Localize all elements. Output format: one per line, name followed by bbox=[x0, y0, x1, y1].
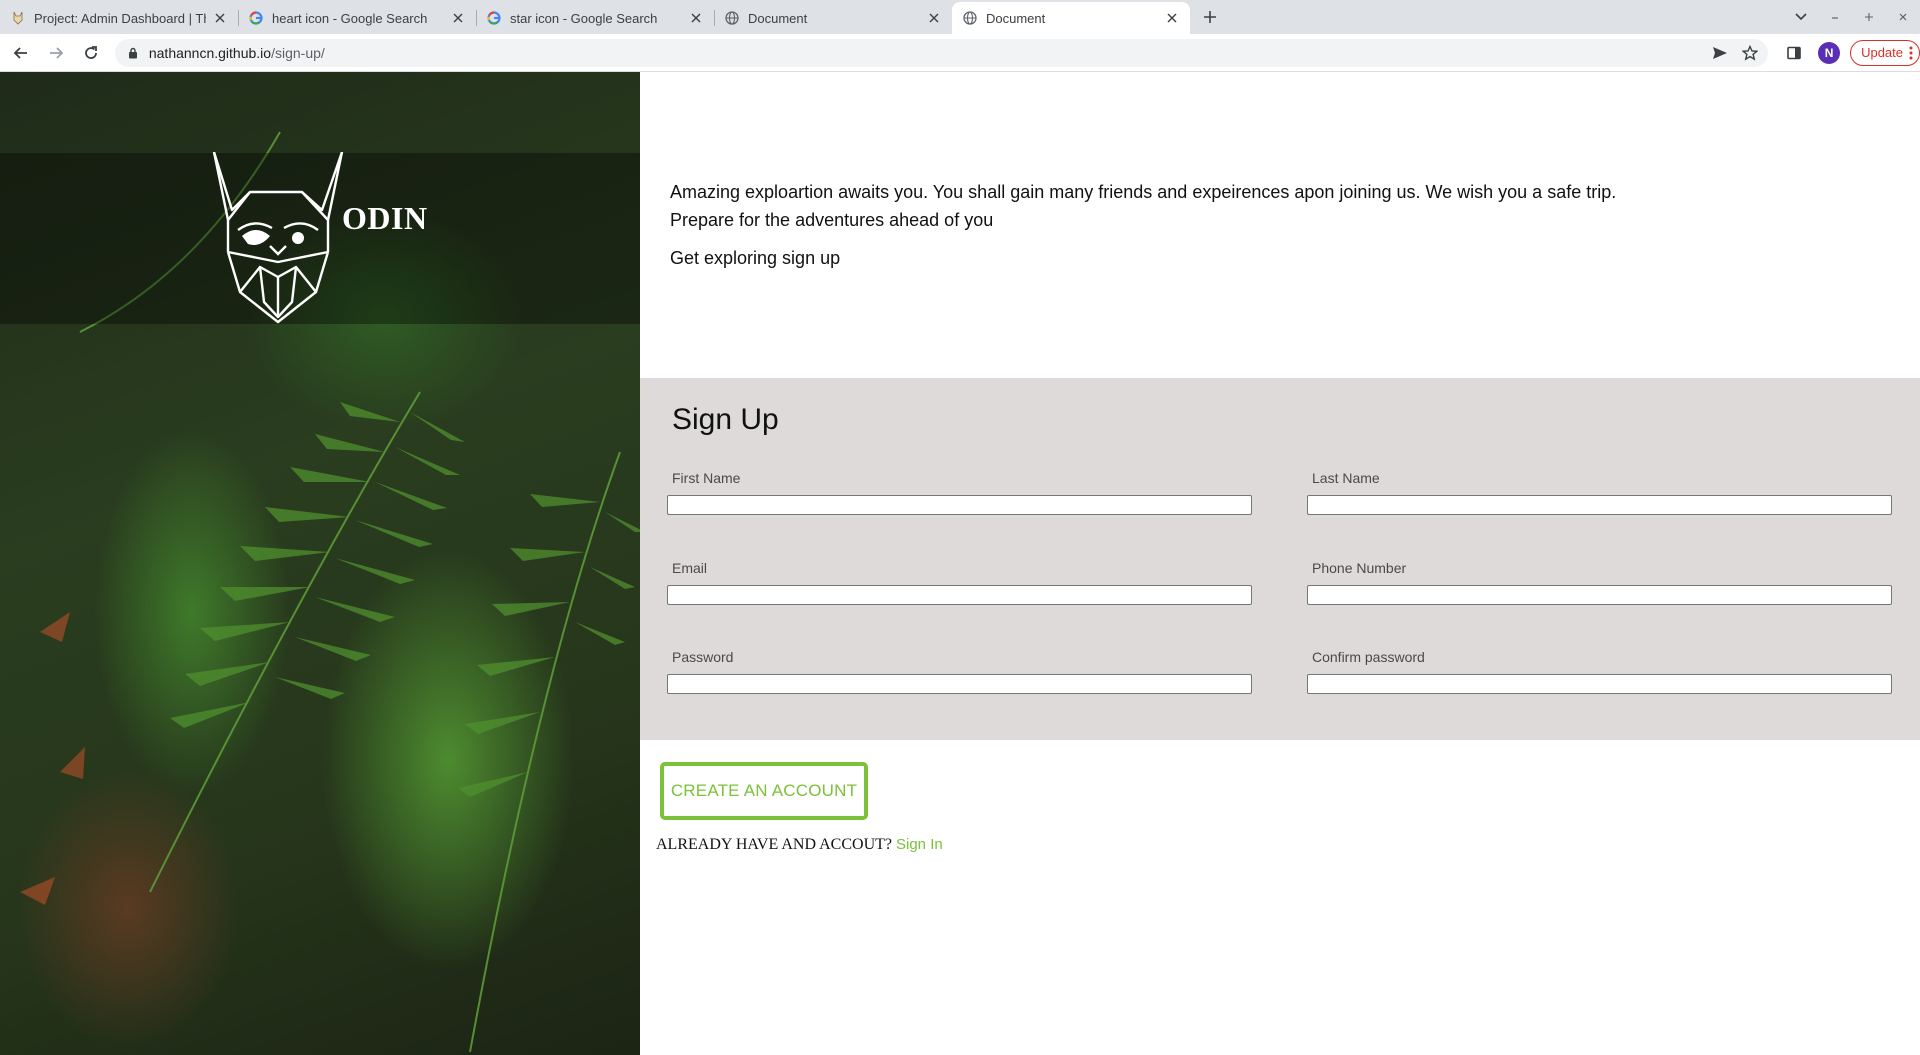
confirm-password-label: Confirm password bbox=[1312, 649, 1425, 665]
signin-prompt: ALREADY HAVE AND ACCOUT? Sign In bbox=[656, 836, 943, 854]
close-icon[interactable] bbox=[926, 10, 942, 26]
hero-fern-image: ODIN bbox=[0, 72, 640, 1055]
reload-icon bbox=[85, 45, 97, 59]
tab-search-button[interactable] bbox=[1784, 0, 1818, 34]
globe-icon bbox=[724, 10, 740, 26]
new-tab-button[interactable] bbox=[1196, 3, 1224, 31]
tab-title: Document bbox=[748, 10, 808, 26]
first-name-label: First Name bbox=[672, 470, 741, 486]
minimize-icon bbox=[1832, 17, 1838, 19]
update-button[interactable]: Update bbox=[1850, 39, 1920, 66]
url-host: nathanncn.github.io bbox=[148, 44, 272, 61]
close-icon[interactable] bbox=[1164, 10, 1180, 26]
confirm-password-input[interactable] bbox=[1307, 674, 1892, 694]
forward-arrow-icon bbox=[49, 46, 64, 59]
reload-button[interactable] bbox=[77, 39, 105, 67]
tab-document[interactable]: Document bbox=[714, 2, 952, 34]
send-tab-icon[interactable] bbox=[1712, 46, 1728, 60]
password-label: Password bbox=[672, 649, 734, 665]
signup-form: Sign Up First Name Last Name Email Phone… bbox=[640, 378, 1920, 740]
intro-paragraph: Amazing exploartion awaits you. You shal… bbox=[670, 178, 1616, 234]
tab-title: heart icon - Google Search bbox=[272, 10, 428, 26]
side-panel-icon bbox=[1787, 46, 1801, 59]
tab-title: Document bbox=[986, 10, 1046, 26]
create-account-button[interactable]: CREATE AN ACCOUNT bbox=[660, 762, 868, 820]
tab-heart-icon-search[interactable]: heart icon - Google Search bbox=[238, 2, 476, 34]
side-panel-button[interactable] bbox=[1780, 39, 1808, 67]
phone-number-label: Phone Number bbox=[1312, 560, 1407, 576]
already-have-account-text: ALREADY HAVE AND ACCOUT? bbox=[656, 836, 892, 853]
odin-favicon-icon bbox=[10, 10, 26, 26]
chevron-down-icon bbox=[1795, 13, 1807, 21]
close-icon bbox=[1899, 13, 1907, 21]
intro-section: Amazing exploartion awaits you. You shal… bbox=[640, 72, 1920, 378]
close-icon[interactable] bbox=[688, 10, 704, 26]
page-content: ODIN Amazing exploartion awaits you. You… bbox=[0, 72, 1920, 1055]
back-arrow-icon bbox=[13, 46, 27, 59]
last-name-input[interactable] bbox=[1307, 495, 1892, 515]
tab-star-icon-search[interactable]: star icon - Google Search bbox=[476, 2, 714, 34]
close-icon[interactable] bbox=[450, 10, 466, 26]
maximize-button[interactable] bbox=[1852, 0, 1886, 34]
tab-admin-dashboard[interactable]: Project: Admin Dashboard | Th bbox=[0, 2, 238, 34]
browser-toolbar: nathanncn.github.io/sign-up/ N Update bbox=[0, 34, 1920, 72]
minimize-button[interactable] bbox=[1818, 0, 1852, 34]
odin-viking-logo-icon bbox=[212, 152, 344, 324]
more-vertical-icon bbox=[1909, 46, 1913, 59]
google-icon bbox=[486, 10, 502, 26]
url-path: /sign-up/ bbox=[271, 44, 325, 61]
maximize-icon bbox=[1865, 13, 1873, 21]
window-controls bbox=[1784, 0, 1920, 34]
star-bookmark-icon[interactable] bbox=[1742, 44, 1759, 61]
browser-tab-bar: Project: Admin Dashboard | Th heart icon… bbox=[0, 0, 1920, 34]
google-icon bbox=[248, 10, 264, 26]
email-input[interactable] bbox=[667, 585, 1252, 605]
globe-icon bbox=[962, 10, 978, 26]
first-name-input[interactable] bbox=[667, 495, 1252, 515]
close-icon[interactable] bbox=[212, 10, 228, 26]
plus-icon bbox=[1204, 11, 1216, 23]
logo-text: ODIN bbox=[342, 200, 428, 236]
tab-title: star icon - Google Search bbox=[510, 10, 658, 26]
sign-in-link[interactable]: Sign In bbox=[896, 836, 943, 853]
profile-avatar[interactable]: N bbox=[1818, 41, 1841, 64]
email-label: Email bbox=[672, 560, 708, 576]
back-button[interactable] bbox=[7, 39, 35, 67]
intro-line-1: Amazing exploartion awaits you. You shal… bbox=[670, 182, 1617, 202]
password-input[interactable] bbox=[667, 674, 1252, 694]
phone-number-input[interactable] bbox=[1307, 585, 1892, 605]
forward-button[interactable] bbox=[42, 39, 70, 67]
tab-title: Project: Admin Dashboard | Th bbox=[34, 10, 206, 26]
lock-icon[interactable] bbox=[125, 45, 141, 61]
tab-document-active[interactable]: Document bbox=[952, 2, 1190, 34]
signup-title: Sign Up bbox=[672, 403, 779, 436]
intro-cta-text: Get exploring sign up bbox=[670, 248, 841, 268]
intro-line-2: Prepare for the adventures ahead of you bbox=[670, 210, 994, 230]
close-window-button[interactable] bbox=[1886, 0, 1920, 34]
last-name-label: Last Name bbox=[1312, 470, 1380, 486]
update-label: Update bbox=[1861, 45, 1903, 60]
address-bar[interactable]: nathanncn.github.io/sign-up/ bbox=[114, 38, 1769, 67]
